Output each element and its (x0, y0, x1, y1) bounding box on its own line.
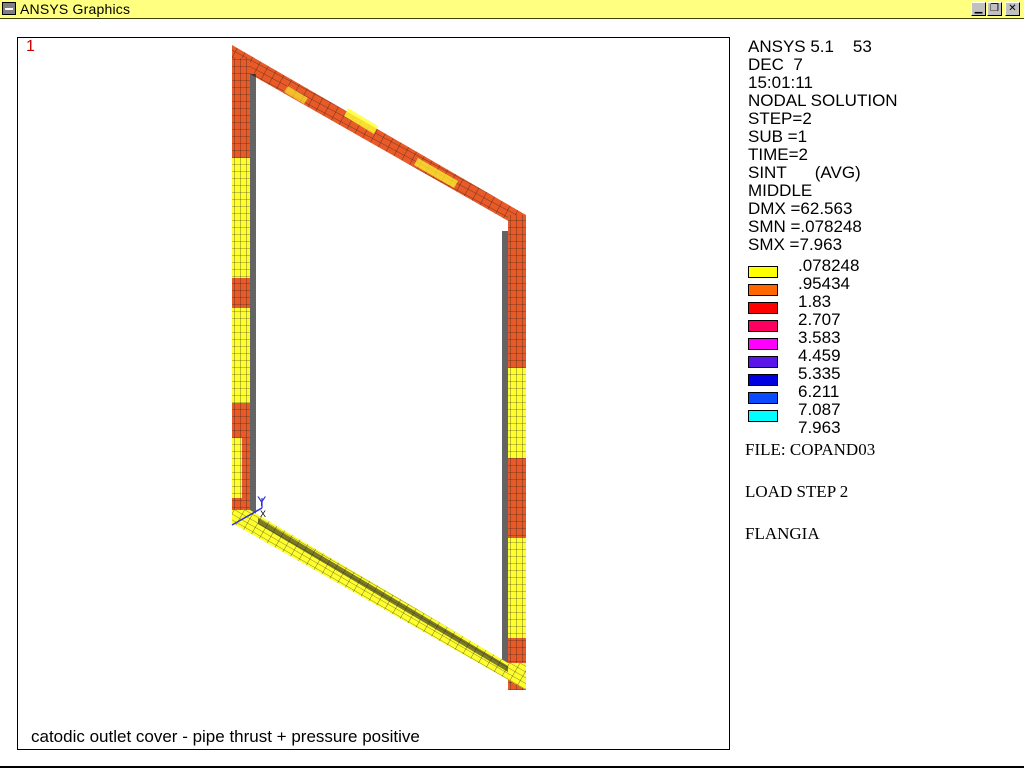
info-sint: SINT (AVG) (748, 163, 861, 182)
legend-value: 6.211 (798, 382, 840, 401)
info-step: STEP=2 (748, 109, 812, 128)
minimize-button[interactable]: ▁ (971, 2, 986, 16)
info-smn: SMN =.078248 (748, 217, 862, 236)
window-title: ANSYS Graphics (20, 1, 131, 17)
legend-swatch (748, 266, 778, 278)
info-timeval: TIME=2 (748, 145, 808, 164)
legend-swatch (748, 410, 778, 422)
solution-info-panel: ANSYS 5.1 53 DEC 7 15:01:11 NODAL SOLUTI… (748, 38, 898, 254)
triad-x-label: X (260, 509, 266, 519)
load-step-label: LOAD STEP 2 (745, 482, 849, 501)
info-middle: MIDDLE (748, 181, 813, 200)
legend-swatch (748, 320, 778, 332)
close-button[interactable]: ✕ (1005, 2, 1020, 16)
model-name-label: FLANGIA (745, 524, 820, 543)
frame-top-member (232, 45, 526, 231)
legend-value: 3.583 (798, 328, 841, 347)
fe-model-plot: Y X (231, 45, 526, 690)
legend-swatch (748, 356, 778, 368)
info-time: 15:01:11 (748, 73, 813, 92)
legend-value: 2.707 (798, 310, 841, 329)
frame-left-member (232, 58, 256, 524)
legend-value: 7.963 (798, 418, 841, 437)
legend-value: 5.335 (798, 364, 841, 383)
legend-value: .95434 (798, 274, 850, 293)
legend-value: 4.459 (798, 346, 841, 365)
legend-swatch (748, 374, 778, 386)
legend-value: 7.087 (798, 400, 841, 419)
graphics-viewport[interactable]: 1 Y X catodic outlet cover - pipe thrust… (17, 37, 730, 750)
legend-swatch (748, 338, 778, 350)
info-solution-type: NODAL SOLUTION (748, 91, 898, 110)
frame-right-member (502, 215, 526, 690)
legend-swatch (748, 284, 778, 296)
info-smx: SMX =7.963 (748, 235, 843, 254)
legend-value: .078248 (798, 256, 860, 275)
plot-caption: catodic outlet cover - pipe thrust + pre… (31, 727, 420, 746)
legend-swatch (748, 302, 778, 314)
restore-button[interactable]: ❐ (987, 2, 1002, 16)
legend-swatch (748, 392, 778, 404)
legend-value: 1.83 (798, 292, 832, 311)
frame-bottom-member (232, 510, 526, 690)
info-version: ANSYS 5.1 53 (748, 37, 872, 56)
info-dmx: DMX =62.563 (748, 199, 853, 218)
triad-y-label: Y (257, 493, 267, 509)
system-menu-icon[interactable] (2, 2, 16, 15)
info-sub: SUB =1 (748, 127, 808, 146)
title-bar: ANSYS Graphics ▁ ❐ ✕ (0, 0, 1024, 19)
file-label: FILE: COPAND03 (745, 440, 876, 459)
info-date: DEC 7 (748, 55, 803, 74)
